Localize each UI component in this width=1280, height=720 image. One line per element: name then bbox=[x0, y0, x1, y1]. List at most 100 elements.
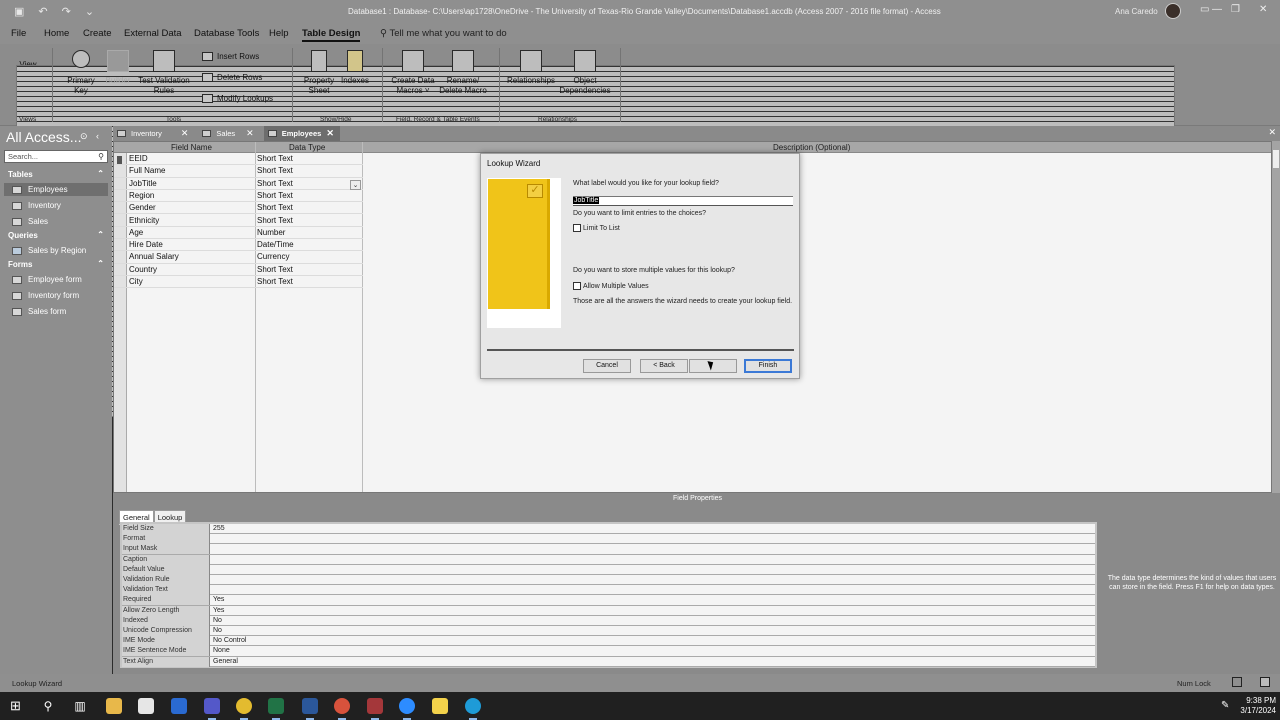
zoom-icon[interactable] bbox=[399, 698, 415, 720]
field-name-cell[interactable]: Full Name bbox=[129, 166, 165, 175]
property-row[interactable]: IME Sentence Mode None bbox=[122, 646, 1095, 657]
property-row[interactable]: Unicode Compression No bbox=[122, 626, 1095, 637]
field-name-cell[interactable]: Ethnicity bbox=[129, 216, 159, 225]
field-name-cell[interactable]: City bbox=[129, 277, 143, 286]
menu-table-design[interactable]: Table Design bbox=[302, 28, 361, 42]
field-name-cell[interactable]: EEID bbox=[129, 154, 148, 163]
property-value[interactable]: No bbox=[211, 616, 222, 626]
modify-lookups-button[interactable]: Modify Lookups bbox=[202, 94, 273, 103]
table-row[interactable]: EEID Short Text bbox=[114, 153, 363, 166]
chrome-icon[interactable] bbox=[236, 698, 252, 720]
field-name-cell[interactable]: Annual Salary bbox=[129, 252, 179, 261]
back-button[interactable]: < Back bbox=[640, 359, 688, 373]
menu-create[interactable]: Create bbox=[83, 28, 112, 39]
data-type-dropdown-arrow[interactable]: ⌄ bbox=[350, 180, 361, 190]
menu-help[interactable]: Help bbox=[269, 28, 289, 39]
maximize-icon[interactable]: ❐ bbox=[1231, 4, 1240, 15]
table-row[interactable]: Annual Salary Currency bbox=[114, 251, 363, 264]
data-type-cell[interactable]: Number bbox=[257, 228, 285, 237]
edge-icon[interactable] bbox=[465, 698, 481, 720]
save-icon[interactable]: ▣ bbox=[14, 5, 24, 18]
field-name-cell[interactable]: Gender bbox=[129, 203, 156, 212]
table-row[interactable]: JobTitle Short Text bbox=[114, 178, 363, 190]
excel-icon[interactable] bbox=[268, 698, 284, 720]
table-row[interactable]: Region Short Text bbox=[114, 190, 363, 203]
property-value[interactable]: No bbox=[211, 626, 222, 636]
property-row[interactable]: Allow Zero Length Yes bbox=[122, 605, 1095, 616]
undo-icon[interactable]: ↶ bbox=[38, 5, 47, 18]
table-row[interactable]: Gender Short Text bbox=[114, 202, 363, 215]
design-view-icon[interactable] bbox=[1260, 677, 1270, 687]
data-type-cell[interactable]: Short Text bbox=[257, 166, 293, 175]
builder-button[interactable]: Builder bbox=[104, 50, 132, 86]
table-row[interactable]: Country Short Text bbox=[114, 264, 363, 276]
relationships-button[interactable]: Relationships bbox=[505, 50, 557, 86]
property-row[interactable]: Field Size 255 bbox=[122, 524, 1095, 535]
property-row[interactable]: Format bbox=[122, 534, 1095, 545]
ribbon-display-icon[interactable]: ▭ bbox=[1200, 4, 1209, 15]
search-icon[interactable]: ⚲ bbox=[40, 698, 56, 714]
nav-item-sales-by-region[interactable]: Sales by Region bbox=[4, 244, 108, 257]
delete-rows-button[interactable]: Delete Rows bbox=[202, 73, 262, 82]
property-value[interactable]: General bbox=[211, 657, 238, 667]
nav-pane-title[interactable]: All Access... bbox=[6, 129, 81, 145]
tab-inventory[interactable]: Inventory ✕ bbox=[113, 126, 194, 141]
pen-icon[interactable]: ✎ bbox=[1221, 700, 1229, 711]
field-name-cell[interactable]: Country bbox=[129, 265, 157, 274]
data-type-cell[interactable]: Date/Time bbox=[257, 240, 294, 249]
nav-item-employees[interactable]: Employees bbox=[4, 183, 108, 196]
indexes-button[interactable]: Indexes bbox=[340, 50, 370, 86]
field-name-cell[interactable]: Region bbox=[129, 191, 154, 200]
field-name-cell[interactable]: Hire Date bbox=[129, 240, 163, 249]
field-name-cell[interactable]: JobTitle bbox=[129, 179, 157, 188]
shutter-bar-close-icon[interactable]: ‹ bbox=[96, 131, 99, 141]
property-value[interactable]: Yes bbox=[211, 595, 224, 605]
avatar[interactable] bbox=[1165, 3, 1181, 19]
tab-sales[interactable]: Sales ✕ bbox=[198, 126, 259, 141]
limit-to-list-checkbox[interactable]: Limit To List bbox=[573, 224, 620, 232]
checkbox-box[interactable] bbox=[573, 282, 581, 290]
finish-button[interactable]: Finish bbox=[744, 359, 792, 373]
calendar-icon[interactable] bbox=[138, 698, 154, 714]
checkbox-box[interactable] bbox=[573, 224, 581, 232]
chrome-profile-icon[interactable] bbox=[334, 698, 350, 720]
property-row[interactable]: Default Value bbox=[122, 564, 1095, 575]
cancel-button[interactable]: Cancel bbox=[583, 359, 631, 373]
nav-search-input[interactable]: Search... ⚲ bbox=[4, 150, 108, 163]
property-sheet-button[interactable]: Property Sheet bbox=[302, 50, 336, 96]
menu-external-data[interactable]: External Data bbox=[124, 28, 182, 39]
access-icon[interactable] bbox=[367, 698, 383, 720]
close-icon[interactable]: ✕ bbox=[246, 128, 254, 139]
close-icon[interactable]: ✕ bbox=[1259, 4, 1267, 15]
vertical-scrollbar[interactable] bbox=[1272, 141, 1280, 493]
property-row[interactable]: Indexed No bbox=[122, 615, 1095, 626]
create-data-macros-button[interactable]: Create Data Macros ˅ bbox=[388, 50, 438, 96]
minimize-icon[interactable]: — bbox=[1212, 4, 1222, 15]
view-button[interactable]: View ⌄ bbox=[16, 50, 1175, 417]
scrollbar-thumb[interactable] bbox=[1273, 150, 1279, 168]
tell-me-search[interactable]: ⚲ Tell me what you want to do bbox=[380, 28, 507, 39]
task-view-icon[interactable]: ▥ bbox=[72, 698, 88, 714]
windows-start-icon[interactable]: ⊞ bbox=[10, 698, 26, 714]
nav-item-sales[interactable]: Sales bbox=[4, 215, 108, 228]
customize-qat-icon[interactable]: ⌄ bbox=[85, 5, 94, 18]
table-row[interactable]: City Short Text bbox=[114, 276, 363, 289]
close-icon[interactable]: ✕ bbox=[326, 128, 334, 139]
table-row[interactable]: Age Number bbox=[114, 227, 363, 240]
property-row[interactable]: Text Align General bbox=[122, 656, 1095, 667]
nav-section-tables[interactable]: Tables ⌃ bbox=[8, 169, 104, 179]
outlook-icon[interactable] bbox=[302, 698, 318, 720]
nav-menu-icon[interactable]: ⊙ bbox=[80, 131, 88, 142]
nav-item-inventory-form[interactable]: Inventory form bbox=[4, 289, 108, 302]
system-clock[interactable]: 9:38 PM 3/17/2024 bbox=[1240, 696, 1276, 716]
nav-item-employee-form[interactable]: Employee form bbox=[4, 273, 108, 286]
nav-section-queries[interactable]: Queries ⌃ bbox=[8, 230, 104, 240]
nav-item-inventory[interactable]: Inventory bbox=[4, 199, 108, 212]
object-dependencies-button[interactable]: Object Dependencies bbox=[558, 50, 612, 96]
property-value[interactable]: 255 bbox=[211, 524, 225, 534]
property-value[interactable]: Yes bbox=[211, 606, 224, 616]
data-type-cell[interactable]: Short Text bbox=[257, 154, 293, 163]
nav-section-forms[interactable]: Forms ⌃ bbox=[8, 259, 104, 269]
lookup-label-input[interactable]: JobTitle bbox=[573, 196, 793, 206]
close-document-icon[interactable]: ✕ bbox=[1268, 127, 1276, 138]
